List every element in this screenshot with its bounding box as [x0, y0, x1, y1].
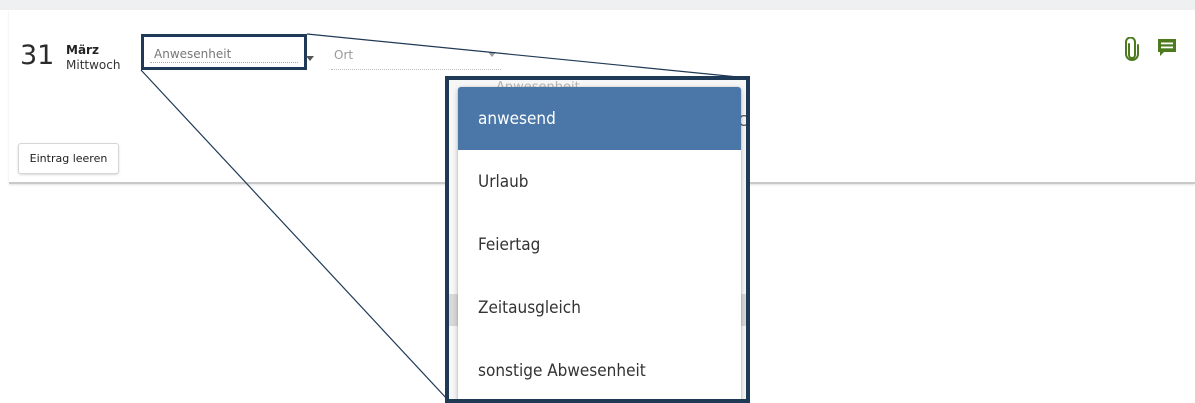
menu-item-urlaub[interactable]: Urlaub — [458, 150, 741, 213]
menu-item-feiertag[interactable]: Feiertag — [458, 213, 741, 276]
menu-item-sonstige-abwesenheit[interactable]: sonstige Abwesenheit — [458, 339, 741, 399]
attendance-dropdown-menu: anwesend Urlaub Feiertag Zeitausgleich s… — [458, 87, 741, 399]
menu-item-zeitausgleich[interactable]: Zeitausgleich — [458, 276, 741, 339]
zoomed-dropdown-panel: Anwesenheit O anwesend Urlaub Feiertag Z… — [445, 76, 750, 403]
menu-item-anwesend[interactable]: anwesend — [458, 87, 741, 150]
